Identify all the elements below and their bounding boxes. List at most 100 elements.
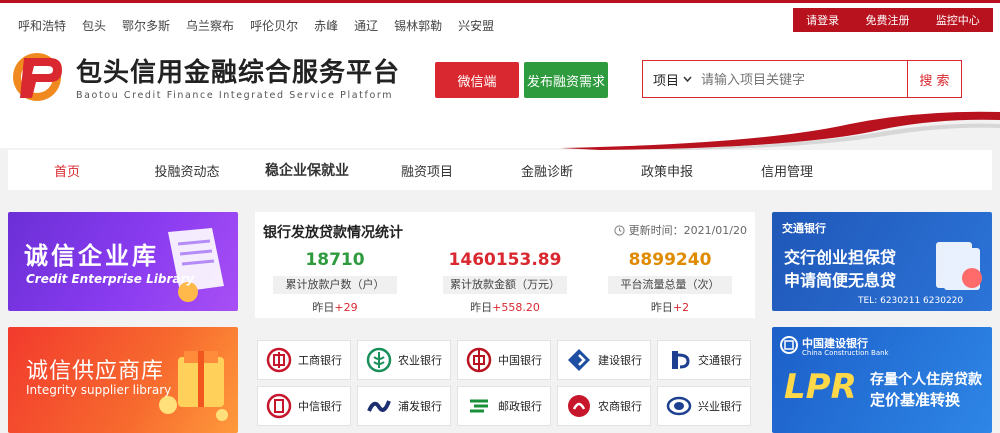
user-bar: 请登录 免费注册 监控中心 (793, 8, 993, 32)
document-stack-icon (936, 242, 982, 290)
ccb-lpr-text: LPR (784, 367, 857, 407)
nav-item-home[interactable]: 首页 (8, 161, 126, 180)
stat-label: 累计放款户数（户） (273, 276, 397, 294)
bocom-loan-banner[interactable]: 交通银行 交行创业担保贷 申请简便无息贷 TEL: 6230211 623022… (772, 212, 992, 311)
abc-logo-icon (366, 347, 392, 373)
stat-yesterday-delta: +29 (334, 301, 358, 314)
decorative-swoosh (0, 110, 1000, 150)
wechat-button[interactable]: 微信端 (435, 62, 519, 98)
rural-bank-logo-icon (568, 395, 590, 417)
bank-name: 农业银行 (398, 354, 442, 367)
city-link[interactable]: 包头 (82, 17, 106, 34)
stat-label: 累计放款金额（万元） (443, 276, 567, 294)
stat-yesterday: 昨日+2 (590, 299, 750, 315)
credit-enterprise-banner[interactable]: 诚信企业库 Credit Enterprise Library (8, 212, 238, 311)
bank-tile-icbc[interactable]: 工商银行 (257, 340, 351, 380)
bank-tile-abc[interactable]: 农业银行 (357, 340, 451, 380)
bocom-logo-icon (672, 351, 690, 369)
bank-name: 中国银行 (498, 354, 542, 367)
ccb-line1: 存量个人住房贷款 (870, 372, 982, 388)
bocom-line1: 交行创业担保贷 (784, 248, 897, 267)
bank-tile-psbc[interactable]: 邮政银行 (457, 386, 551, 426)
bocom-brand: 交通银行 (782, 222, 826, 235)
bocom-line2: 申请简便无息贷 (784, 271, 897, 290)
ccb-lpr-banner[interactable]: 中国建设银行 China Construction Bank LPR 存量个人住… (772, 327, 992, 433)
bank-tile-citic[interactable]: 中信银行 (257, 386, 351, 426)
stats-updated: 更新时间：2021/01/20 (613, 222, 747, 238)
stat-yesterday: 昨日+29 (255, 299, 415, 315)
stat-amount: 1460153.89 累计放款金额（万元） 昨日+558.20 (425, 250, 585, 315)
logo-mark-icon (13, 53, 62, 101)
bocom-tel: TEL: 6230211 6230220 (858, 296, 964, 306)
stat-traffic: 8899240 平台流量总量（次） 昨日+2 (590, 250, 750, 315)
publish-financing-button[interactable]: 发布融资需求 (524, 62, 608, 98)
ccb-logo-icon (780, 336, 798, 354)
ccb-line2: 定价基准转换 (870, 391, 961, 409)
ccb-logo-icon (568, 349, 590, 371)
bank-name: 工商银行 (298, 354, 342, 367)
search-box: 项目 搜 索 (642, 60, 962, 98)
search-input[interactable] (695, 61, 907, 97)
boc-logo-icon (466, 347, 492, 373)
search-type-value: 项目 (653, 73, 680, 89)
stat-households: 18710 累计放款户数（户） 昨日+29 (255, 250, 415, 315)
login-link[interactable]: 请登录 (806, 12, 839, 28)
nav-item-investment-news[interactable]: 投融资动态 (128, 161, 246, 180)
stat-yesterday-delta: +2 (672, 301, 690, 314)
city-links: 呼和浩特 包头 鄂尔多斯 乌兰察布 呼伦贝尔 赤峰 通辽 锡林郭勒 兴安盟 (18, 17, 510, 34)
psbc-logo-icon (470, 399, 488, 413)
stat-value: 8899240 (628, 250, 712, 270)
monitor-center-link[interactable]: 监控中心 (936, 12, 980, 28)
nav-item-credit-management[interactable]: 信用管理 (728, 161, 846, 180)
city-link[interactable]: 呼伦贝尔 (250, 17, 298, 34)
icbc-logo-icon (266, 347, 292, 373)
bank-name: 浦发银行 (398, 400, 442, 413)
citic-logo-icon (266, 393, 292, 419)
nav-item-financing-projects[interactable]: 融资项目 (368, 161, 486, 180)
supplier-banner-title: 诚信供应商库 (26, 359, 165, 384)
main-nav: 首页 投融资动态 稳企业保就业 融资项目 金融诊断 政策申报 信用管理 (8, 150, 992, 190)
enterprise-banner-subtitle: Credit Enterprise Library (26, 272, 195, 286)
bank-tile-cib[interactable]: 兴业银行 (657, 386, 751, 426)
spdb-logo-icon (367, 400, 391, 412)
bank-grid: 工商银行 农业银行 中国银行 建设银行 交通银行 中信银行 浦发银行 邮政银行 (257, 340, 753, 433)
nav-item-financial-diagnosis[interactable]: 金融诊断 (488, 161, 606, 180)
chevron-down-icon (683, 76, 692, 82)
bank-tile-ccb[interactable]: 建设银行 (557, 340, 651, 380)
bank-name: 中信银行 (298, 400, 342, 413)
city-link[interactable]: 兴安盟 (458, 17, 494, 34)
stat-value: 18710 (305, 250, 365, 270)
bank-tile-rural-commercial[interactable]: 农商银行 (557, 386, 651, 426)
city-link[interactable]: 鄂尔多斯 (122, 17, 170, 34)
stat-value: 1460153.89 (448, 250, 562, 270)
stat-label: 平台流量总量（次） (608, 276, 732, 294)
bank-tile-spdb[interactable]: 浦发银行 (357, 386, 451, 426)
site-subtitle: Baotou Credit Finance Integrated Service… (76, 90, 394, 101)
search-type-select[interactable]: 项目 (643, 70, 695, 89)
search-button[interactable]: 搜 索 (907, 61, 961, 97)
bank-name: 兴业银行 (698, 400, 742, 413)
bank-name: 交通银行 (698, 354, 742, 367)
stats-updated-text: 更新时间：2021/01/20 (628, 224, 747, 237)
bank-tile-bocom[interactable]: 交通银行 (657, 340, 751, 380)
supplier-banner-subtitle: Integrity supplier library (26, 383, 172, 397)
ccb-brand-en: China Construction Bank (802, 349, 889, 357)
city-link[interactable]: 乌兰察布 (186, 17, 234, 34)
register-link[interactable]: 免费注册 (865, 12, 909, 28)
bank-name: 邮政银行 (498, 400, 542, 413)
enterprise-banner-title: 诚信企业库 (24, 242, 159, 270)
city-link[interactable]: 呼和浩特 (18, 17, 66, 34)
city-link[interactable]: 通辽 (354, 17, 378, 34)
integrity-supplier-banner[interactable]: 诚信供应商库 Integrity supplier library (8, 327, 238, 433)
stat-yesterday-prefix: 昨日 (312, 301, 335, 314)
bank-tile-boc[interactable]: 中国银行 (457, 340, 551, 380)
nav-item-policy-application[interactable]: 政策申报 (608, 161, 726, 180)
page: 呼和浩特 包头 鄂尔多斯 乌兰察布 呼伦贝尔 赤峰 通辽 锡林郭勒 兴安盟 请登… (0, 0, 1000, 433)
nav-item-stabilize-employment[interactable]: 稳企业保就业 (248, 160, 366, 180)
city-link[interactable]: 锡林郭勒 (394, 17, 442, 34)
cib-logo-icon (666, 396, 692, 416)
bank-name: 建设银行 (598, 354, 642, 367)
city-link[interactable]: 赤峰 (314, 17, 338, 34)
header: 呼和浩特 包头 鄂尔多斯 乌兰察布 呼伦贝尔 赤峰 通辽 锡林郭勒 兴安盟 请登… (0, 0, 1000, 115)
site-title: 包头信用金融综合服务平台 (76, 58, 401, 88)
